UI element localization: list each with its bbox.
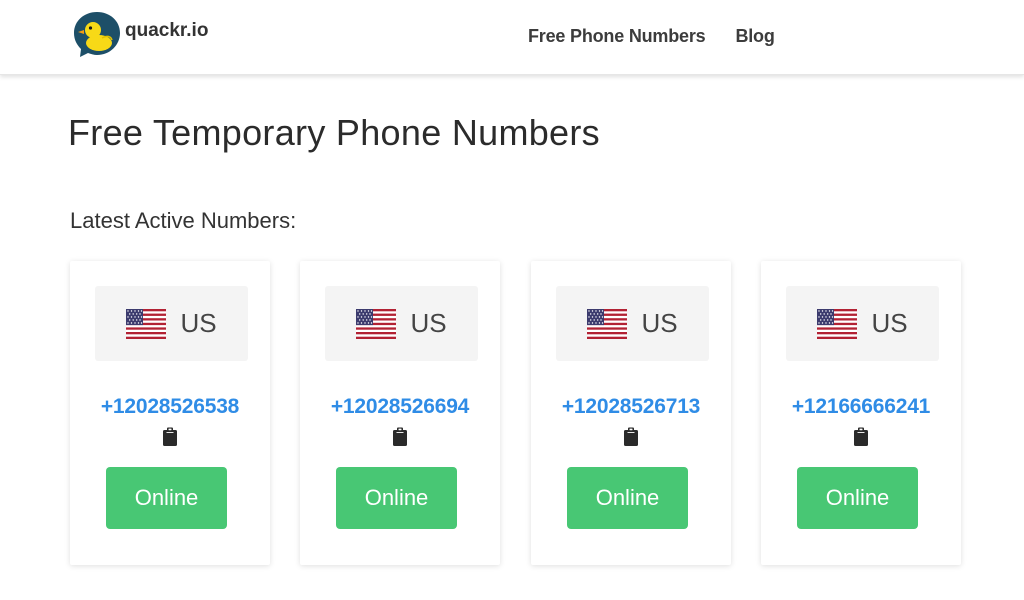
clipboard-icon[interactable] — [853, 427, 869, 446]
country-box: US — [786, 286, 939, 361]
clipboard-icon[interactable] — [623, 427, 639, 446]
us-flag-icon — [587, 308, 628, 339]
brand-name: quackr.io — [125, 20, 209, 41]
number-card[interactable]: US +12028526538 Online — [70, 261, 270, 565]
number-card[interactable]: US +12166666241 Online — [761, 261, 961, 565]
us-flag-icon — [126, 308, 167, 339]
country-code: US — [410, 308, 447, 338]
page-title: Free Temporary Phone Numbers — [68, 112, 600, 153]
phone-number-link[interactable]: +12166666241 — [761, 395, 961, 419]
online-button[interactable]: Online — [106, 467, 227, 529]
us-flag-icon — [817, 308, 858, 339]
online-button[interactable]: Online — [797, 467, 918, 529]
nav-free-phone-numbers[interactable]: Free Phone Numbers — [528, 26, 706, 47]
country-code: US — [871, 308, 908, 338]
online-button[interactable]: Online — [336, 467, 457, 529]
phone-number-link[interactable]: +12028526694 — [300, 395, 500, 419]
country-code: US — [180, 308, 217, 338]
country-box: US — [556, 286, 709, 361]
us-flag-icon — [356, 308, 397, 339]
country-box: US — [325, 286, 478, 361]
section-title: Latest Active Numbers: — [70, 208, 297, 233]
number-card[interactable]: US +12028526694 Online — [300, 261, 500, 565]
clipboard-icon[interactable] — [162, 427, 178, 446]
online-button[interactable]: Online — [567, 467, 688, 529]
nav-links: Free Phone Numbers Blog — [528, 26, 775, 47]
country-box: US — [95, 286, 248, 361]
nav-blog[interactable]: Blog — [735, 26, 774, 47]
number-card[interactable]: US +12028526713 Online — [531, 261, 731, 565]
duck-logo-icon — [74, 12, 120, 57]
phone-number-link[interactable]: +12028526538 — [70, 395, 270, 419]
number-cards: US +12028526538 Online US +12028526694 O… — [70, 261, 963, 565]
country-code: US — [641, 308, 678, 338]
brand-link[interactable]: quackr.io — [72, 10, 208, 58]
clipboard-icon[interactable] — [392, 427, 408, 446]
phone-number-link[interactable]: +12028526713 — [531, 395, 731, 419]
top-navbar: quackr.io Free Phone Numbers Blog — [0, 0, 1024, 75]
